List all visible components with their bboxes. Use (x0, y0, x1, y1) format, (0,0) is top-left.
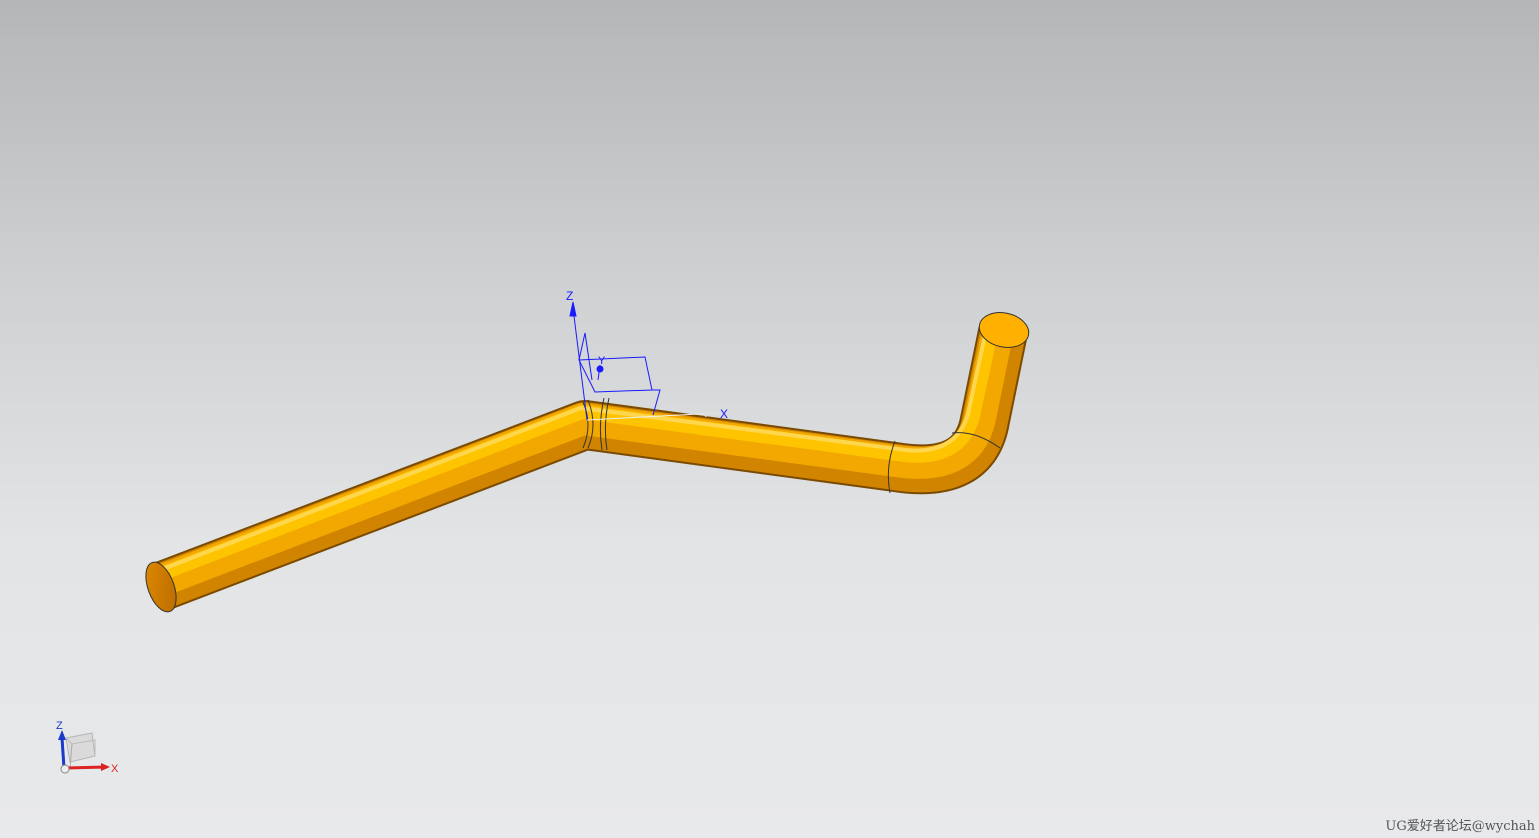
triad-x-label: X (111, 763, 119, 775)
graphics-viewport[interactable]: Z Y X Z X (0, 0, 1539, 838)
pipe-body[interactable] (140, 308, 1032, 616)
csys-z-label: Z (566, 289, 573, 303)
csys-y-label: Y (598, 355, 606, 367)
csys-x-label: X (720, 407, 728, 421)
watermark-text: UG爱好者论坛@wychah (1385, 819, 1535, 834)
view-triad[interactable]: Z X (56, 720, 119, 775)
triad-z-label: Z (56, 720, 63, 732)
